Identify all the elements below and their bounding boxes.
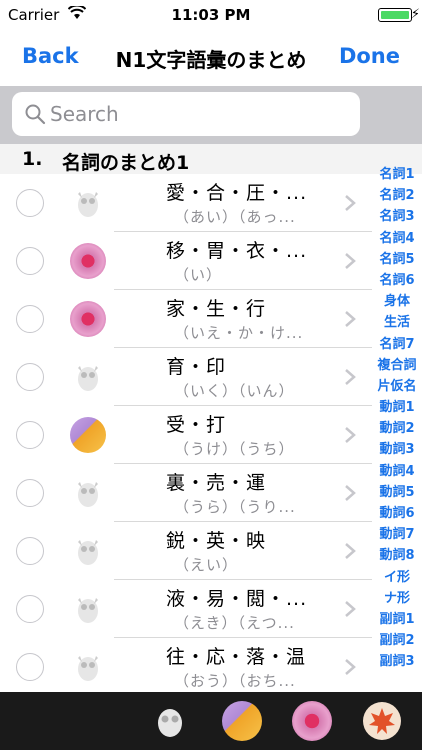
owl-icon[interactable] <box>150 701 190 741</box>
list-item[interactable]: 液・易・閲・... （えき）（えつ... <box>0 580 372 638</box>
chevron-right-icon <box>345 659 356 675</box>
index-item[interactable]: 名詞2 <box>372 185 422 206</box>
chevron-right-icon <box>345 195 356 211</box>
owl-icon <box>78 598 98 623</box>
select-radio[interactable] <box>16 363 44 391</box>
section-number: 1. <box>22 148 43 170</box>
index-item[interactable]: 複合詞 <box>372 355 422 376</box>
index-item[interactable]: 動詞5 <box>372 482 422 503</box>
index-item[interactable]: 動詞8 <box>372 545 422 566</box>
kanji-text: 受・打 <box>166 414 227 436</box>
kanji-text: 液・易・閲・... <box>166 588 308 610</box>
index-item[interactable]: 名詞6 <box>372 270 422 291</box>
chevron-right-icon <box>345 485 356 501</box>
section-index: 名詞1 名詞2 名詞3 名詞4 名詞5 名詞6 身体 生活 名詞7 複合詞 片仮… <box>372 164 422 673</box>
reading-text: （うら）（うり... <box>174 498 296 516</box>
select-radio[interactable] <box>16 305 44 333</box>
list-item[interactable]: 移・胃・衣・... （い） <box>0 232 372 290</box>
maple-leaf-icon[interactable] <box>362 701 402 741</box>
battery-icon <box>378 8 412 22</box>
reading-text: （あい）（あっ... <box>174 208 296 226</box>
list-item[interactable]: 受・打 （うけ）（うち） <box>0 406 372 464</box>
navigation-bar: Back N1文字語彙のまとめ Done <box>0 30 422 86</box>
search-icon <box>25 104 46 125</box>
list-item[interactable]: 育・印 （いく）（いん） <box>0 348 372 406</box>
reading-text: （おう）（おち... <box>174 672 296 690</box>
status-bar: Carrier 11:03 PM ⚡ <box>0 0 422 30</box>
select-radio[interactable] <box>16 653 44 681</box>
kanji-text: 愛・合・圧・... <box>166 182 308 204</box>
search-box[interactable] <box>12 92 360 136</box>
index-item[interactable]: 名詞1 <box>372 164 422 185</box>
kanji-text: 家・生・行 <box>166 298 267 320</box>
kanji-text: 裏・売・運 <box>166 472 267 494</box>
chevron-right-icon <box>345 427 356 443</box>
chevron-right-icon <box>345 311 356 327</box>
index-item[interactable]: 名詞5 <box>372 249 422 270</box>
reading-text: （いえ・か・け... <box>174 324 304 342</box>
kanji-text: 往・応・落・温 <box>166 646 307 668</box>
search-input[interactable] <box>50 98 350 130</box>
reading-text: （い） <box>174 266 223 284</box>
owl-icon <box>78 540 98 565</box>
vocabulary-list: 愛・合・圧・... （あい）（あっ... 移・胃・衣・... （い） 家・生・行… <box>0 174 372 696</box>
select-radio[interactable] <box>16 479 44 507</box>
pink-flower-icon[interactable] <box>292 701 332 741</box>
index-item[interactable]: 動詞1 <box>372 397 422 418</box>
chevron-right-icon <box>345 601 356 617</box>
reading-text: （えき）（えつ... <box>174 614 295 632</box>
chevron-right-icon <box>345 369 356 385</box>
kanji-text: 育・印 <box>166 356 227 378</box>
owl-icon <box>78 192 98 217</box>
select-radio[interactable] <box>16 247 44 275</box>
section-header: 1. 名詞のまとめ1 <box>0 144 422 174</box>
index-item[interactable]: 副詞2 <box>372 630 422 651</box>
pink-flower-icon <box>70 243 106 279</box>
select-radio[interactable] <box>16 189 44 217</box>
index-item[interactable]: 動詞2 <box>372 418 422 439</box>
section-title: 名詞のまとめ1 <box>62 152 190 174</box>
search-bar <box>0 86 422 144</box>
list-item[interactable]: 家・生・行 （いえ・か・け... <box>0 290 372 348</box>
select-radio[interactable] <box>16 595 44 623</box>
index-item[interactable]: ナ形 <box>372 588 422 609</box>
index-item[interactable]: 名詞4 <box>372 228 422 249</box>
index-item[interactable]: 副詞1 <box>372 609 422 630</box>
index-item[interactable]: 副詞3 <box>372 651 422 672</box>
list-item[interactable]: 往・応・落・温 （おう）（おち... <box>0 638 372 696</box>
owl-icon <box>78 656 98 681</box>
list-item[interactable]: 愛・合・圧・... （あい）（あっ... <box>0 174 372 232</box>
chevron-right-icon <box>345 543 356 559</box>
index-item[interactable]: 名詞3 <box>372 206 422 227</box>
owl-icon <box>78 366 98 391</box>
index-item[interactable]: 動詞4 <box>372 461 422 482</box>
charging-icon: ⚡ <box>410 7 420 22</box>
clock: 11:03 PM <box>171 6 251 24</box>
reading-text: （えい） <box>174 556 239 574</box>
orange-flower-icon <box>70 417 106 453</box>
select-radio[interactable] <box>16 537 44 565</box>
reading-text: （うけ）（うち） <box>174 440 295 458</box>
pink-flower-icon <box>70 301 106 337</box>
select-radio[interactable] <box>16 421 44 449</box>
list-item[interactable]: 鋭・英・映 （えい） <box>0 522 372 580</box>
kanji-text: 鋭・英・映 <box>166 530 267 552</box>
index-item[interactable]: 動詞7 <box>372 524 422 545</box>
index-item[interactable]: 動詞3 <box>372 439 422 460</box>
kanji-text: 移・胃・衣・... <box>166 240 308 262</box>
index-item[interactable]: 身体 <box>372 291 422 312</box>
bottom-toolbar <box>0 692 422 750</box>
index-item[interactable]: 片仮名 <box>372 376 422 397</box>
chevron-right-icon <box>345 253 356 269</box>
list-item[interactable]: 裏・売・運 （うら）（うり... <box>0 464 372 522</box>
index-item[interactable]: イ形 <box>372 567 422 588</box>
reading-text: （いく）（いん） <box>174 382 295 400</box>
index-item[interactable]: 生活 <box>372 312 422 333</box>
index-item[interactable]: 動詞6 <box>372 503 422 524</box>
index-item[interactable]: 名詞7 <box>372 334 422 355</box>
done-button[interactable]: Done <box>339 44 400 68</box>
owl-icon <box>78 482 98 507</box>
orange-flower-icon[interactable] <box>222 701 262 741</box>
